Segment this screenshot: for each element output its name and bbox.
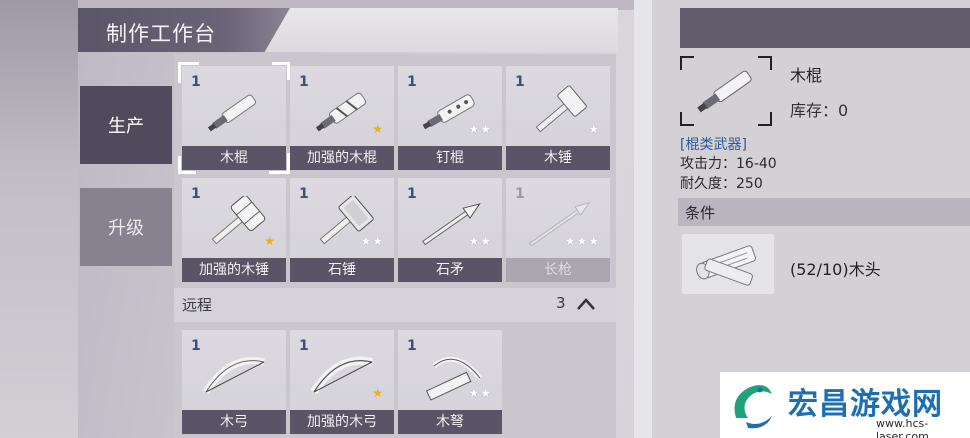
watermark-url: www.hcs-laser.com <box>876 417 929 438</box>
ranged-section-count: 3 <box>556 294 566 312</box>
item-label: 石锤 <box>290 258 394 282</box>
item-cell-long-spear[interactable]: 1 ★★★ 长枪 <box>506 178 610 282</box>
rarity-stars: ★ <box>372 386 384 400</box>
item-cell-wooden-hammer[interactable]: 1 ★ 木锤 <box>506 66 610 170</box>
dragon-logo-icon <box>734 385 772 429</box>
ranged-section-title: 远程 <box>182 296 213 314</box>
detail-item-frame <box>680 56 772 126</box>
wood-log-icon <box>696 245 757 286</box>
item-label: 石矛 <box>398 258 502 282</box>
conditions-label: 条件 <box>685 204 716 222</box>
item-label: 加强的木锤 <box>182 258 286 282</box>
detail-item-name: 木棍 <box>790 66 823 85</box>
detail-attack: 攻击力：16-40 <box>680 156 777 172</box>
item-cell-reinforced-bow[interactable]: 1 ★ 加强的木弓 <box>290 330 394 434</box>
tab-upgrade[interactable]: 升级 <box>80 188 172 266</box>
wooden-hammer-icon <box>535 85 587 133</box>
item-label: 木弩 <box>398 410 502 434</box>
item-label: 长枪 <box>506 258 610 282</box>
panel-divider <box>634 0 652 438</box>
item-cell-nail-club[interactable]: 1 ★★ 钉棍 <box>398 66 502 170</box>
item-label: 加强的木棍 <box>290 146 394 170</box>
item-cell-stone-spear[interactable]: 1 ★★ 石矛 <box>398 178 502 282</box>
reinforced-bow-icon <box>310 356 373 395</box>
item-cell-reinforced-hammer[interactable]: 1 ★ 加强的木锤 <box>182 178 286 282</box>
wooden-stick-icon <box>697 70 752 113</box>
item-label: 木弓 <box>182 410 286 434</box>
reinforced-stick-icon <box>315 92 367 132</box>
reinforced-hammer-icon <box>211 196 266 245</box>
detail-weapon-type: [棍类武器] <box>680 137 747 153</box>
wooden-stick-icon <box>207 94 257 132</box>
ranged-section-header[interactable] <box>174 288 616 322</box>
tab-production[interactable]: 生产 <box>80 86 172 164</box>
item-cell-stone-hammer[interactable]: 1 ★★ 石锤 <box>290 178 394 282</box>
rarity-stars: ★★ <box>468 122 492 136</box>
rarity-stars: ★ <box>264 234 276 248</box>
item-cell-wooden-bow[interactable]: 1 木弓 <box>182 330 286 434</box>
selection-corner <box>272 62 290 80</box>
rarity-stars: ★ <box>588 122 600 136</box>
rarity-stars: ★ <box>372 122 384 136</box>
left-backdrop <box>0 0 78 438</box>
item-label: 木锤 <box>506 146 610 170</box>
detail-header-bar <box>680 8 970 48</box>
item-label: 加强的木弓 <box>290 410 394 434</box>
wooden-bow-icon <box>203 357 265 394</box>
rarity-stars: ★★★ <box>564 234 600 248</box>
item-cell-crossbow[interactable]: 1 ★★ 木弩 <box>398 330 502 434</box>
item-label: 木棍 <box>182 146 286 170</box>
detail-stock: 库存：0 <box>790 101 849 120</box>
rarity-stars: ★★ <box>360 234 384 248</box>
rarity-stars: ★★ <box>468 386 492 400</box>
window-title: 制作工作台 <box>106 22 216 46</box>
detail-durability: 耐久度：250 <box>680 176 763 192</box>
chevron-up-icon[interactable] <box>575 294 597 316</box>
item-cell-reinforced-stick[interactable]: 1 ★ 加强的木棍 <box>290 66 394 170</box>
material-requirement: (52/10)木头 <box>790 260 881 279</box>
rarity-stars: ★★ <box>468 234 492 248</box>
material-slot[interactable] <box>682 234 774 294</box>
conditions-header <box>678 198 970 226</box>
item-label: 钉棍 <box>398 146 502 170</box>
item-cell-wooden-stick[interactable]: 1 木棍 <box>178 62 290 174</box>
